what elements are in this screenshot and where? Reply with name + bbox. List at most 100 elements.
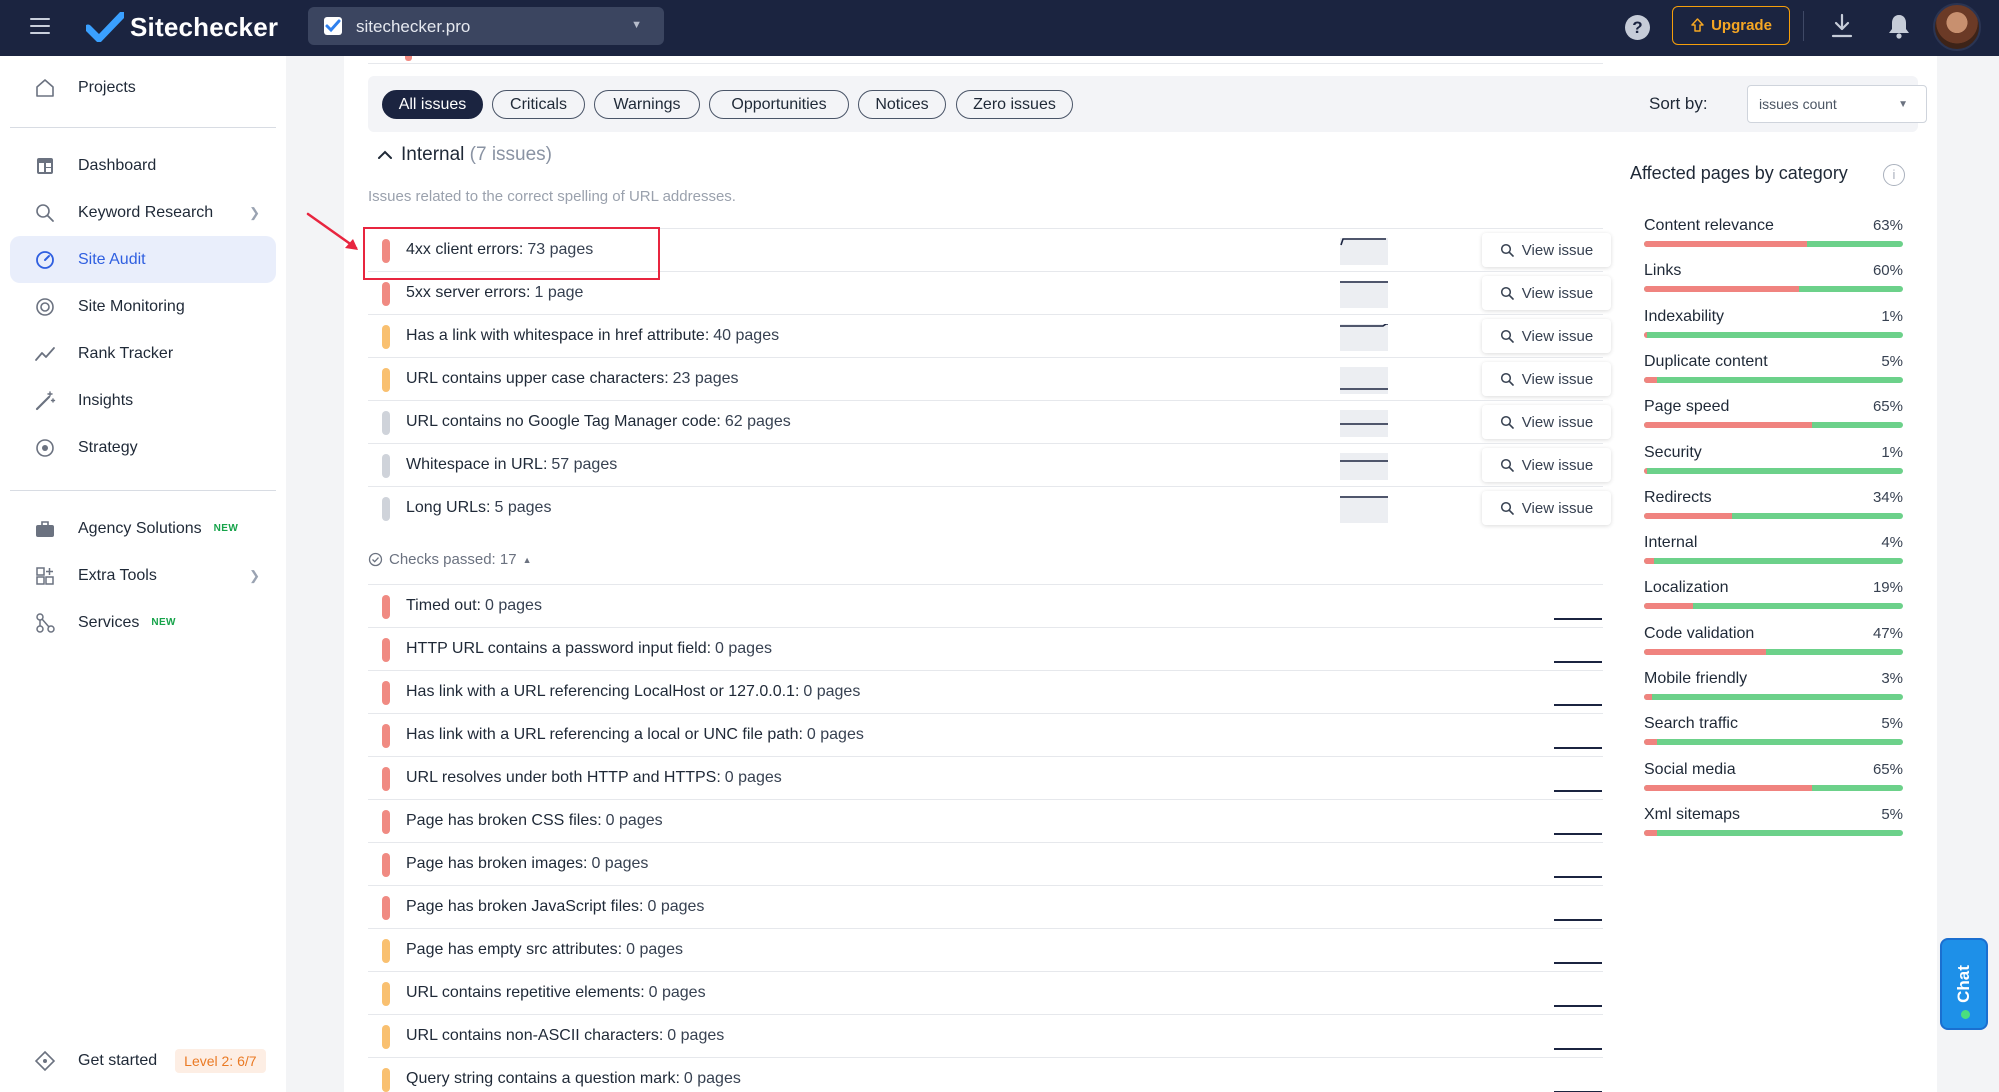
sidebar-item-site-audit[interactable]: Site Audit (10, 236, 276, 283)
category-row[interactable]: Security 1% (1644, 444, 1903, 489)
issue-row[interactable]: Whitespace in URL: 57 pages View issue (368, 443, 1611, 486)
category-bar-fill (1644, 603, 1694, 610)
checks-passed-toggle[interactable]: Checks passed: 17 ▲ (368, 551, 532, 568)
passed-check-row[interactable]: Has link with a URL referencing a local … (368, 713, 1603, 756)
upgrade-button[interactable]: Upgrade (1672, 6, 1790, 45)
issue-row[interactable]: URL contains upper case characters: 23 pa… (368, 357, 1611, 400)
menu-icon[interactable] (30, 18, 50, 34)
app-name[interactable]: Sitechecker (130, 12, 278, 43)
check-circle-icon (368, 552, 383, 567)
info-icon[interactable]: i (1883, 164, 1905, 186)
view-issue-button[interactable]: View issue (1482, 405, 1611, 439)
view-issue-button[interactable]: View issue (1482, 319, 1611, 353)
category-row[interactable]: Indexability 1% (1644, 308, 1903, 353)
section-title[interactable]: Internal (7 issues) (401, 144, 552, 166)
issue-row[interactable]: URL contains no Google Tag Manager code:… (368, 400, 1611, 443)
passed-check-row[interactable]: URL contains repetitive elements: 0 pages (368, 971, 1603, 1014)
category-row[interactable]: Content relevance 63% (1644, 217, 1903, 262)
download-icon[interactable] (1830, 13, 1854, 39)
sidebar-item-extra-tools[interactable]: Extra Tools ❯ (10, 552, 276, 599)
passed-check-text: Query string contains a question mark: 0 … (406, 1070, 741, 1088)
passed-check-row[interactable]: URL contains non-ASCII characters: 0 page… (368, 1014, 1603, 1057)
category-row[interactable]: Xml sitemaps 5% (1644, 806, 1903, 851)
issue-sparkline (1340, 496, 1388, 523)
user-avatar[interactable] (1933, 3, 1981, 51)
issue-text[interactable]: Whitespace in URL: 57 pages (406, 456, 617, 474)
passed-check-row[interactable]: Page has broken images: 0 pages (368, 842, 1603, 885)
issue-row[interactable]: Has a link with whitespace in href attri… (368, 314, 1611, 357)
issue-text[interactable]: Long URLs: 5 pages (406, 499, 551, 517)
passed-check-text: URL resolves under both HTTP and HTTPS: 0… (406, 769, 782, 787)
upgrade-label: Upgrade (1711, 17, 1772, 34)
sidebar-item-strategy[interactable]: Strategy (10, 424, 276, 471)
passed-sparkline (1554, 618, 1602, 620)
sort-select[interactable]: issues count ▼ (1747, 85, 1927, 123)
new-badge: NEW (213, 523, 239, 534)
issue-row[interactable]: Long URLs: 5 pages View issue (368, 486, 1611, 529)
issue-text[interactable]: Has a link with whitespace in href attri… (406, 327, 779, 345)
notification-bell-icon[interactable] (1886, 12, 1912, 40)
passed-check-row[interactable]: Page has empty src attributes: 0 pages (368, 928, 1603, 971)
sidebar-item-keyword-research[interactable]: Keyword Research ❯ (10, 189, 276, 236)
category-percent: 5% (1881, 805, 1903, 823)
issue-sparkline (1340, 323, 1388, 351)
category-row[interactable]: Search traffic 5% (1644, 715, 1903, 760)
help-icon[interactable]: ? (1625, 15, 1650, 40)
check-pages: 0 pages (683, 1070, 741, 1087)
chat-button[interactable]: Chat (1940, 938, 1988, 1030)
category-name: Mobile friendly (1644, 670, 1748, 687)
sidebar-item-site-monitoring[interactable]: Site Monitoring (10, 283, 276, 330)
chip-warnings[interactable]: Warnings (594, 90, 700, 119)
issue-text[interactable]: URL contains no Google Tag Manager code:… (406, 413, 791, 431)
chip-criticals[interactable]: Criticals (492, 90, 585, 119)
passed-check-row[interactable]: URL resolves under both HTTP and HTTPS: 0… (368, 756, 1603, 799)
category-bar (1644, 603, 1903, 610)
passed-check-row[interactable]: Has link with a URL referencing LocalHos… (368, 670, 1603, 713)
category-row[interactable]: Mobile friendly 3% (1644, 670, 1903, 715)
passed-check-text: Page has broken CSS files: 0 pages (406, 812, 663, 830)
passed-check-row[interactable]: Page has broken JavaScript files: 0 pages (368, 885, 1603, 928)
issue-text[interactable]: URL contains upper case characters: 23 pa… (406, 370, 739, 388)
category-row[interactable]: Internal 4% (1644, 534, 1903, 579)
sidebar-item-services[interactable]: Services NEW (10, 599, 276, 646)
view-issue-button[interactable]: View issue (1482, 233, 1611, 267)
sidebar-item-projects[interactable]: Projects (10, 64, 276, 111)
passed-check-row[interactable]: Page has broken CSS files: 0 pages (368, 799, 1603, 842)
view-issue-button[interactable]: View issue (1482, 448, 1611, 482)
category-row[interactable]: Code validation 47% (1644, 625, 1903, 670)
sidebar-item-insights[interactable]: Insights (10, 377, 276, 424)
category-bar-fill (1644, 467, 1647, 474)
sidebar-item-rank-tracker[interactable]: Rank Tracker (10, 330, 276, 377)
chip-zero-issues[interactable]: Zero issues (956, 90, 1073, 119)
view-issue-button[interactable]: View issue (1482, 362, 1611, 396)
issue-pages: 57 pages (551, 456, 618, 473)
issue-sparkline (1340, 367, 1388, 394)
sidebar-item-label: Site Monitoring (78, 297, 185, 315)
passed-sparkline (1554, 747, 1602, 749)
passed-check-row[interactable]: HTTP URL contains a password input field… (368, 627, 1603, 670)
category-row[interactable]: Social media 65% (1644, 761, 1903, 806)
issue-text[interactable]: 5xx server errors: 1 page (406, 284, 583, 302)
chip-notices[interactable]: Notices (858, 90, 946, 119)
category-row[interactable]: Page speed 65% (1644, 398, 1903, 443)
chip-all-issues[interactable]: All issues (382, 90, 483, 119)
category-row[interactable]: Links 60% (1644, 262, 1903, 307)
project-select[interactable]: sitechecker.pro ▼ (308, 7, 664, 45)
category-row[interactable]: Localization 19% (1644, 579, 1903, 624)
chevron-up-icon[interactable] (376, 146, 394, 164)
category-percent: 1% (1881, 443, 1903, 461)
passed-check-row[interactable]: Query string contains a question mark: 0 … (368, 1057, 1603, 1092)
search-icon (1500, 458, 1514, 472)
sidebar-item-agency-solutions[interactable]: Agency Solutions NEW (10, 505, 276, 552)
chip-opportunities[interactable]: Opportunities (709, 90, 849, 119)
view-issue-button[interactable]: View issue (1482, 491, 1611, 525)
sidebar-item-get-started[interactable]: Get started Level 2: 6/7 (10, 1037, 276, 1084)
view-issue-button[interactable]: View issue (1482, 276, 1611, 310)
category-row[interactable]: Duplicate content 5% (1644, 353, 1903, 398)
online-status-dot (1961, 1010, 1970, 1019)
category-bar-fill (1644, 739, 1657, 746)
passed-check-row[interactable]: Timed out: 0 pages (368, 584, 1603, 627)
category-row[interactable]: Redirects 34% (1644, 489, 1903, 534)
sidebar-item-dashboard[interactable]: Dashboard (10, 142, 276, 189)
target-icon (36, 438, 54, 457)
